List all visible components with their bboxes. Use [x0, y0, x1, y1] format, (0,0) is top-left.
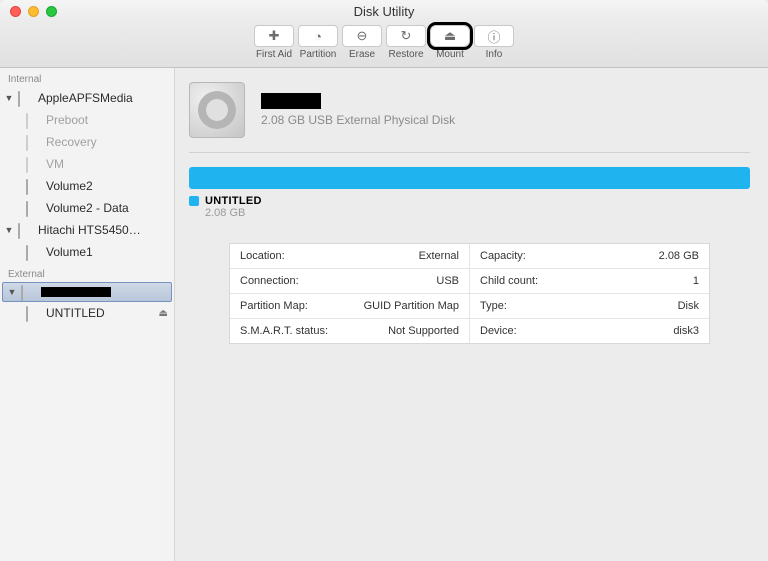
- sidebar-item-volume2[interactable]: Volume2: [0, 175, 174, 197]
- detail-value: disk3: [673, 325, 699, 337]
- usage-bar: [189, 167, 750, 189]
- detail-value: GUID Partition Map: [364, 300, 459, 312]
- toolbar-erase-label: Erase: [349, 49, 375, 60]
- table-row: Partition Map: GUID Partition Map Type: Di…: [230, 294, 709, 319]
- detail-key: Device:: [480, 325, 517, 337]
- detail-value: Disk: [678, 300, 699, 312]
- sidebar-item-label-redacted: [41, 287, 111, 297]
- toolbar-partition-label: Partition: [300, 49, 337, 60]
- disk-name-redacted: [261, 93, 321, 109]
- disk-header: 2.08 GB USB External Physical Disk: [189, 82, 750, 138]
- disk-icon: [18, 91, 20, 107]
- sidebar-item-label: Volume1: [46, 245, 93, 259]
- sidebar-item-label: VM: [46, 157, 64, 171]
- window-title: Disk Utility: [0, 4, 768, 19]
- detail-key: Partition Map:: [240, 300, 308, 312]
- titlebar: Disk Utility: [0, 0, 768, 22]
- toolbar: ✚ First Aid ◔ Partition ⊖ Erase ↻ Restor…: [0, 22, 768, 68]
- sidebar: Internal ▼ AppleAPFSMedia Preboot Recove…: [0, 68, 175, 561]
- detail-value: 2.08 GB: [659, 250, 699, 262]
- sidebar-item-recovery[interactable]: Recovery: [0, 131, 174, 153]
- disk-icon: [26, 113, 28, 129]
- disk-utility-window: Disk Utility ✚ First Aid ◔ Partition ⊖ E…: [0, 0, 768, 561]
- mount-icon: ⏏: [444, 28, 456, 44]
- detail-key: Type:: [480, 300, 507, 312]
- legend-dot: [189, 196, 199, 206]
- disclosure-icon[interactable]: ▼: [7, 287, 17, 297]
- table-row: Connection: USB Child count: 1: [230, 269, 709, 294]
- sidebar-section-internal: Internal: [0, 68, 174, 87]
- toolbar-firstaid-label: First Aid: [256, 49, 292, 60]
- disk-subtitle: 2.08 GB USB External Physical Disk: [261, 113, 455, 127]
- toolbar-erase[interactable]: ⊖ Erase: [342, 25, 382, 60]
- disk-icon: [26, 135, 28, 151]
- toolbar-info-label: Info: [486, 49, 503, 60]
- detail-value: 1: [693, 275, 699, 287]
- sidebar-item-appleapfs[interactable]: ▼ AppleAPFSMedia: [0, 87, 174, 109]
- toolbar-mount[interactable]: ⏏ Mount: [430, 25, 470, 60]
- toolbar-restore[interactable]: ↻ Restore: [386, 25, 426, 60]
- sidebar-item-label: UNTITLED: [46, 306, 105, 320]
- disk-image-icon: [189, 82, 245, 138]
- disk-icon: [18, 223, 20, 239]
- usage-legend: UNTITLED: [189, 195, 750, 207]
- toolbar-restore-label: Restore: [388, 49, 423, 60]
- info-icon: ⓘ: [487, 27, 500, 46]
- disk-icon: [26, 179, 28, 195]
- disk-icon: [26, 245, 28, 261]
- detail-key: Capacity:: [480, 250, 526, 262]
- detail-value: USB: [436, 275, 459, 287]
- sidebar-item-volume1[interactable]: Volume1: [0, 241, 174, 263]
- sidebar-item-label: Recovery: [46, 135, 97, 149]
- disclosure-icon[interactable]: ▼: [4, 225, 14, 235]
- toolbar-info[interactable]: ⓘ Info: [474, 25, 514, 60]
- sidebar-item-external-disk[interactable]: ▼: [2, 282, 172, 302]
- details-table: Location: External Capacity: 2.08 GB Conne…: [229, 243, 710, 344]
- toolbar-partition[interactable]: ◔ Partition: [298, 25, 338, 60]
- sidebar-section-external: External: [0, 263, 174, 282]
- sidebar-item-label: Preboot: [46, 113, 88, 127]
- legend-name: UNTITLED: [205, 195, 262, 207]
- legend-size: 2.08 GB: [205, 207, 750, 219]
- disk-info: 2.08 GB USB External Physical Disk: [261, 93, 455, 127]
- detail-value: Not Supported: [388, 325, 459, 337]
- disk-icon: [26, 157, 28, 173]
- detail-key: Location:: [240, 250, 285, 262]
- partition-icon: ◔: [314, 29, 322, 44]
- detail-value: External: [419, 250, 459, 262]
- disk-icon: [26, 201, 28, 217]
- sidebar-item-label: Hitachi HTS5450…: [38, 223, 141, 237]
- sidebar-item-label: Volume2: [46, 179, 93, 193]
- sidebar-item-label: AppleAPFSMedia: [38, 91, 133, 105]
- erase-icon: ⊖: [357, 28, 368, 44]
- detail-key: Connection:: [240, 275, 299, 287]
- eject-icon[interactable]: ⏏: [159, 308, 168, 319]
- sidebar-item-vm[interactable]: VM: [0, 153, 174, 175]
- restore-icon: ↻: [401, 28, 412, 44]
- toolbar-mount-label: Mount: [436, 49, 464, 60]
- firstaid-icon: ✚: [269, 28, 280, 44]
- disclosure-icon[interactable]: ▼: [4, 93, 14, 103]
- sidebar-item-preboot[interactable]: Preboot: [0, 109, 174, 131]
- detail-key: S.M.A.R.T. status:: [240, 325, 328, 337]
- disk-icon: [21, 285, 23, 301]
- main-panel: 2.08 GB USB External Physical Disk UNTIT…: [175, 68, 768, 561]
- sidebar-item-hitachi[interactable]: ▼ Hitachi HTS5450…: [0, 219, 174, 241]
- table-row: Location: External Capacity: 2.08 GB: [230, 244, 709, 269]
- sidebar-item-volume2data[interactable]: Volume2 - Data: [0, 197, 174, 219]
- toolbar-firstaid[interactable]: ✚ First Aid: [254, 25, 294, 60]
- table-row: S.M.A.R.T. status: Not Supported Device: d…: [230, 319, 709, 343]
- sidebar-item-untitled[interactable]: UNTITLED ⏏: [0, 302, 174, 324]
- body: Internal ▼ AppleAPFSMedia Preboot Recove…: [0, 68, 768, 561]
- separator: [189, 152, 750, 153]
- detail-key: Child count:: [480, 275, 538, 287]
- usage-section: UNTITLED 2.08 GB: [189, 167, 750, 219]
- sidebar-item-label: Volume2 - Data: [46, 201, 129, 215]
- disk-icon: [26, 306, 28, 322]
